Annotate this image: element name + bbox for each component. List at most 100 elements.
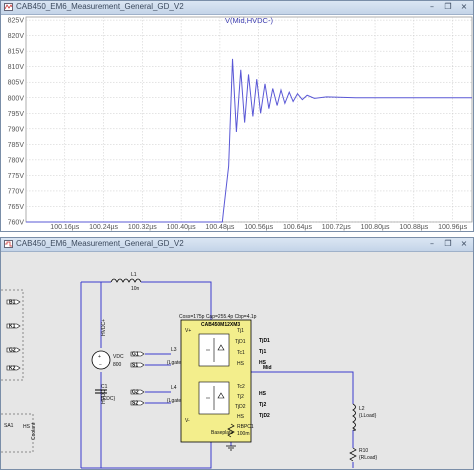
c1-label: C1 bbox=[101, 384, 108, 390]
load-resistor-r10[interactable]: R10 {RLoad} bbox=[349, 447, 377, 462]
restore-icon[interactable]: ❐ bbox=[441, 2, 455, 12]
y-tick-label: 795V bbox=[8, 111, 25, 118]
waveform-window-title: CAB450_EM6_Measurement_General_GD_V2 bbox=[16, 2, 184, 11]
hvdc-plus-label: HVDC+ bbox=[101, 319, 107, 336]
x-tick-label: 100.16µs bbox=[50, 224, 79, 231]
restore-icon[interactable]: ❐ bbox=[441, 239, 455, 249]
voltage-source-vdc[interactable]: + − HVDC+ VDC 800 HVDC bbox=[91, 319, 124, 404]
svg-text:TjD2: TjD2 bbox=[235, 404, 246, 410]
gate-port-g2[interactable]: G2 bbox=[130, 390, 145, 396]
trace-title[interactable]: V(Mid,HVDC-) bbox=[225, 16, 273, 25]
svg-text:TjD1: TjD1 bbox=[235, 339, 246, 345]
y-axis-ticks: 825V 820V 815V 810V 805V 800V 795V 790V 785V 780V… bbox=[8, 18, 25, 227]
capacitor-c1[interactable]: C1 {CDC} bbox=[95, 384, 116, 402]
svg-text:Tj2: Tj2 bbox=[237, 394, 244, 400]
svg-text:{LLoad}: {LLoad} bbox=[359, 413, 377, 419]
svg-text:L4: L4 bbox=[171, 385, 177, 391]
x-tick-label: 100.96µs bbox=[438, 224, 467, 231]
inductor-l1[interactable]: L1 10n bbox=[110, 272, 142, 292]
y-tick-label: 825V bbox=[8, 18, 25, 25]
x-tick-label: 100.72µs bbox=[322, 224, 351, 231]
svg-text:G2: G2 bbox=[9, 348, 16, 354]
x-tick-label: 100.56µs bbox=[244, 224, 273, 231]
y-tick-label: 770V bbox=[8, 188, 25, 195]
waveform-titlebar[interactable]: CAB450_EM6_Measurement_General_GD_V2 – ❐… bbox=[1, 1, 473, 15]
svg-text:Tj1: Tj1 bbox=[259, 349, 266, 355]
minimize-icon[interactable]: – bbox=[425, 239, 439, 249]
svg-text:R10: R10 bbox=[359, 448, 368, 454]
svg-text:K2: K2 bbox=[9, 366, 16, 372]
coolant-source[interactable]: SA1 HS Coolant bbox=[4, 422, 37, 440]
y-tick-label: 765V bbox=[8, 204, 25, 211]
c1-value: {CDC} bbox=[101, 396, 116, 402]
module-name: CAB450M12XM3 bbox=[201, 322, 240, 328]
x-tick-label: 100.32µs bbox=[128, 224, 157, 231]
gate-port-s1[interactable]: S1 bbox=[130, 363, 145, 369]
minimize-icon[interactable]: – bbox=[425, 2, 439, 12]
l1-value: 10n bbox=[131, 286, 140, 292]
svg-text:G1: G1 bbox=[132, 352, 139, 358]
y-tick-label: 815V bbox=[8, 49, 25, 56]
load-inductor-l2[interactable]: L2 {LLoad} bbox=[352, 403, 377, 431]
gate-port-s2[interactable]: S2 bbox=[130, 401, 145, 407]
x-tick-label: 100.88µs bbox=[399, 224, 428, 231]
svg-text:HS: HS bbox=[23, 424, 31, 430]
waveform-plot[interactable]: 825V 820V 815V 810V 805V 800V 795V 790V 785V 780V… bbox=[1, 15, 473, 231]
gate-port-g1[interactable]: G1 bbox=[130, 352, 145, 358]
svg-text:L2: L2 bbox=[359, 406, 365, 412]
svg-text:V-: V- bbox=[185, 418, 190, 424]
svg-text:{RLoad}: {RLoad} bbox=[359, 455, 377, 461]
svg-text:HS: HS bbox=[259, 360, 267, 366]
vdc-value: 800 bbox=[113, 362, 122, 368]
svg-text:100m: 100m bbox=[237, 431, 250, 437]
plot-area[interactable] bbox=[25, 16, 473, 223]
left-ports[interactable]: B1 K1 G2 K2 bbox=[6, 300, 21, 372]
y-tick-label: 800V bbox=[8, 95, 25, 102]
l1-label: L1 bbox=[131, 272, 137, 278]
schematic-window[interactable]: CAB450_EM6_Measurement_General_GD_V2 – ❐… bbox=[0, 237, 474, 470]
svg-text:Tj2: Tj2 bbox=[259, 402, 266, 408]
svg-text:Tc1: Tc1 bbox=[237, 350, 245, 356]
x-tick-label: 100.48µs bbox=[205, 224, 234, 231]
wires bbox=[1, 281, 354, 469]
x-axis-ticks: 100.16µs 100.24µs 100.32µs 100.40µs 100.48µs… bbox=[50, 224, 467, 231]
x-tick-label: 100.24µs bbox=[89, 224, 118, 231]
close-icon[interactable]: × bbox=[457, 239, 471, 249]
schematic-canvas[interactable]: L1 10n + − HVDC+ VDC 800 HVDC C1 {CDC} G… bbox=[1, 252, 473, 469]
ground-icon bbox=[226, 445, 236, 451]
y-tick-label: 820V bbox=[8, 33, 25, 40]
svg-text:RBPC1: RBPC1 bbox=[237, 424, 254, 430]
svg-text:G2: G2 bbox=[132, 390, 139, 396]
svg-text:Coolant: Coolant bbox=[31, 422, 37, 440]
y-tick-label: 780V bbox=[8, 157, 25, 164]
thermal-outputs: TjD1 Tj1 HS HS Tj2 TjD2 bbox=[259, 338, 270, 419]
x-tick-label: 100.40µs bbox=[167, 224, 196, 231]
x-tick-label: 100.64µs bbox=[283, 224, 312, 231]
schematic-app-icon bbox=[4, 240, 13, 248]
y-tick-label: 790V bbox=[8, 126, 25, 133]
y-tick-label: 760V bbox=[8, 220, 25, 227]
y-tick-label: 775V bbox=[8, 173, 25, 180]
waveform-app-icon bbox=[4, 3, 13, 11]
y-tick-label: 810V bbox=[8, 64, 25, 71]
schematic-titlebar[interactable]: CAB450_EM6_Measurement_General_GD_V2 – ❐… bbox=[1, 238, 473, 252]
svg-text:TjD1: TjD1 bbox=[259, 338, 270, 344]
svg-text:Tj1: Tj1 bbox=[237, 328, 244, 334]
close-icon[interactable]: × bbox=[457, 2, 471, 12]
half-bridge-module[interactable]: Coss=175p Cap=255.4p Cbp=4.1p CAB450M12X… bbox=[179, 314, 272, 443]
svg-text:Baseplate: Baseplate bbox=[211, 430, 233, 436]
svg-text:HS: HS bbox=[259, 391, 267, 397]
svg-text:HS: HS bbox=[237, 414, 245, 420]
svg-text:S2: S2 bbox=[132, 401, 138, 407]
svg-text:Tc2: Tc2 bbox=[237, 384, 245, 390]
svg-text:V+: V+ bbox=[185, 328, 191, 334]
svg-text:L3: L3 bbox=[171, 347, 177, 353]
svg-text:TjD2: TjD2 bbox=[259, 413, 270, 419]
y-tick-label: 805V bbox=[8, 80, 25, 87]
svg-text:SA1: SA1 bbox=[4, 423, 14, 429]
module-params: Coss=175p Cap=255.4p Cbp=4.1p bbox=[179, 314, 257, 320]
svg-text:HS: HS bbox=[237, 361, 245, 367]
waveform-window[interactable]: CAB450_EM6_Measurement_General_GD_V2 – ❐… bbox=[0, 0, 474, 232]
vdc-minus-sign: − bbox=[99, 362, 102, 368]
vdc-label: VDC bbox=[113, 354, 124, 360]
